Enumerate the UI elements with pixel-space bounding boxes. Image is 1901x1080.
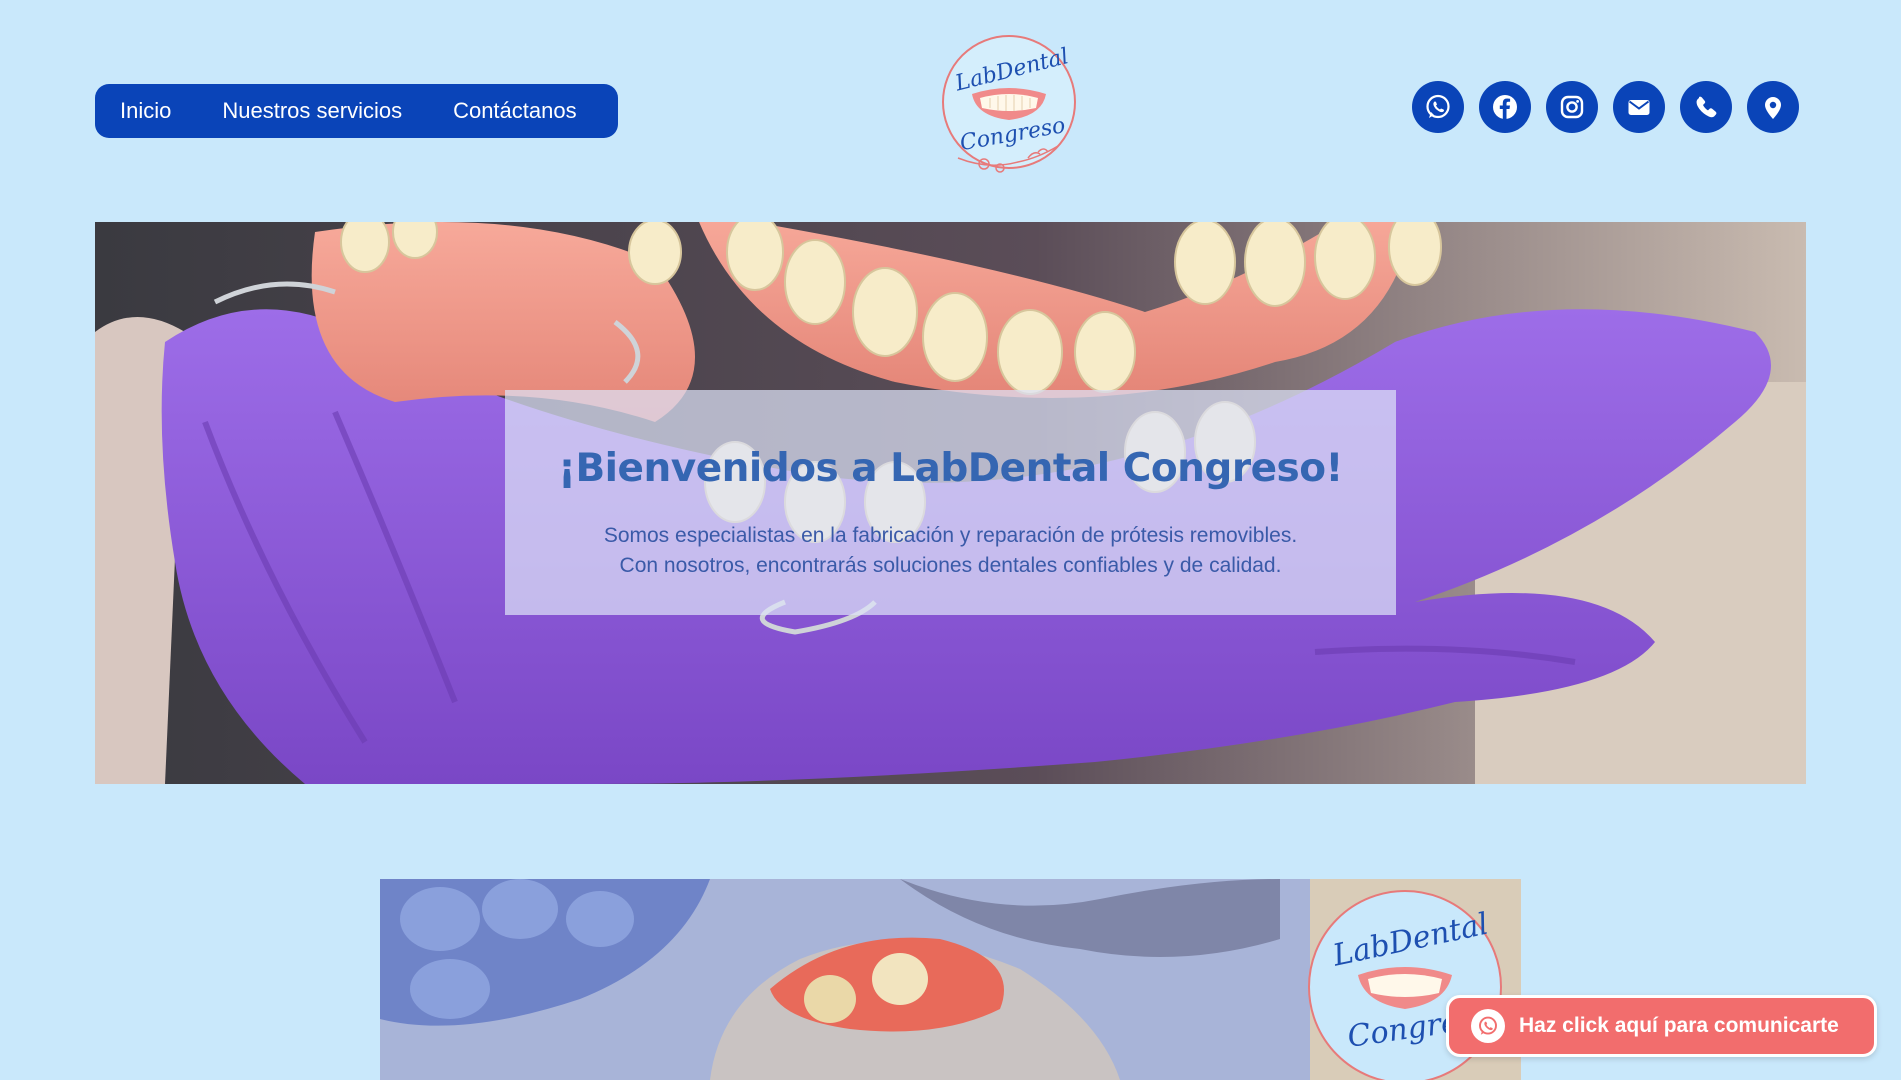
hero-banner: ¡Bienvenidos a LabDental Congreso! Somos…	[95, 222, 1806, 784]
site-header: Inicio Nuestros servicios Contáctanos La…	[0, 0, 1901, 200]
facebook-icon[interactable]	[1479, 81, 1531, 133]
site-logo[interactable]: LabDental Congreso	[938, 30, 1080, 180]
cta-label: Haz click aquí para comunicarte	[1519, 1014, 1839, 1037]
hero-description-line1: Somos especialistas en la fabricación y …	[603, 524, 1298, 547]
instagram-icon[interactable]	[1546, 81, 1598, 133]
hero-description: Somos especialistas en la fabricación y …	[505, 521, 1396, 581]
social-links	[1412, 81, 1799, 133]
whatsapp-cta-button[interactable]: Haz click aquí para comunicarte	[1446, 995, 1877, 1057]
location-pin-icon[interactable]	[1747, 81, 1799, 133]
hero-welcome-card: ¡Bienvenidos a LabDental Congreso! Somos…	[505, 390, 1396, 615]
nav-item-contacto[interactable]: Contáctanos	[453, 98, 577, 124]
main-nav: Inicio Nuestros servicios Contáctanos	[95, 84, 618, 138]
email-icon[interactable]	[1613, 81, 1665, 133]
nav-item-servicios[interactable]: Nuestros servicios	[222, 98, 402, 124]
nav-item-inicio[interactable]: Inicio	[120, 98, 171, 124]
whatsapp-icon[interactable]	[1412, 81, 1464, 133]
hero-description-line2: Con nosotros, encontrarás soluciones den…	[619, 554, 1282, 577]
whatsapp-icon	[1471, 1009, 1505, 1043]
promo-image-section: LabDental Congreso	[380, 879, 1521, 1080]
phone-icon[interactable]	[1680, 81, 1732, 133]
hero-title: ¡Bienvenidos a LabDental Congreso!	[558, 446, 1343, 491]
